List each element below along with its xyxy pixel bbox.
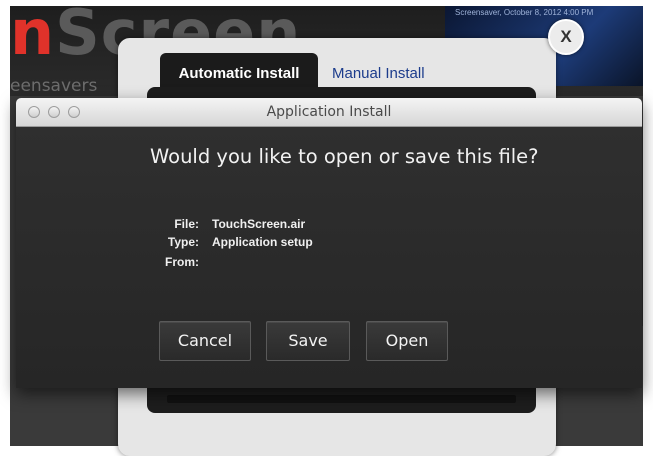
application-install-dialog: Application Install Would you like to op… [16,98,642,388]
cancel-button[interactable]: Cancel [159,321,251,361]
file-value: TouchScreen.air [212,217,306,231]
installer-content-bar [167,395,516,403]
from-label: From: [165,255,199,269]
dialog-titlebar: Application Install [16,98,642,127]
site-logo-accent: n [10,6,56,69]
site-thumbnail-caption: Screensaver, October 8, 2012 4:00 PM [455,8,594,17]
type-value: Application setup [212,235,313,249]
close-icon[interactable]: X [548,19,584,55]
file-label: File: [174,217,199,231]
site-tagline: eensavers [10,76,98,96]
save-button[interactable]: Save [266,321,350,361]
open-button[interactable]: Open [366,321,448,361]
tab-automatic-install[interactable]: Automatic Install [160,53,318,87]
dialog-title: Application Install [266,104,392,120]
dialog-question: Would you like to open or save this file… [150,145,539,168]
tab-manual-install[interactable]: Manual Install [332,53,425,87]
type-label: Type: [167,235,199,249]
dialog-body: Would you like to open or save this file… [16,127,642,388]
